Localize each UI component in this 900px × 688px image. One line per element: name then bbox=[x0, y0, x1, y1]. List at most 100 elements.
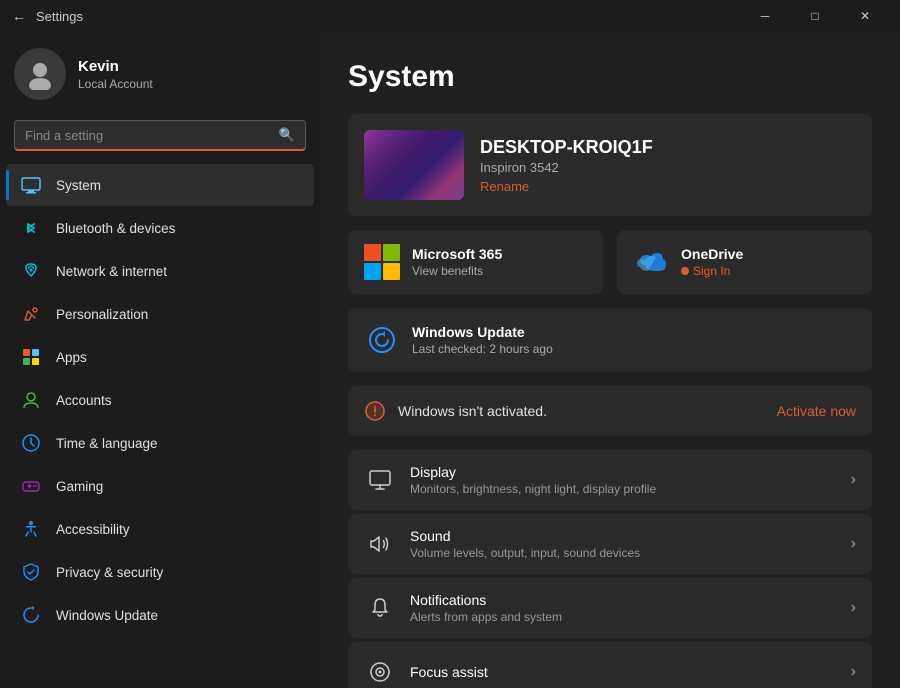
sidebar-item-time[interactable]: Time & language bbox=[6, 422, 314, 464]
device-image bbox=[364, 130, 464, 200]
time-icon bbox=[20, 432, 42, 454]
display-icon bbox=[364, 464, 396, 496]
focus-assist-text: Focus assist bbox=[410, 664, 837, 680]
focus-assist-chevron-icon: › bbox=[851, 663, 856, 681]
sidebar-item-label-accessibility: Accessibility bbox=[56, 522, 130, 537]
onedrive-dot bbox=[681, 267, 689, 275]
notifications-chevron-icon: › bbox=[851, 599, 856, 617]
sound-chevron-icon: › bbox=[851, 535, 856, 553]
ms365-text: Microsoft 365 View benefits bbox=[412, 246, 502, 278]
sidebar-nav: System Bluetooth & devices bbox=[0, 163, 320, 637]
windows-update-icon bbox=[20, 604, 42, 626]
close-button[interactable]: ✕ bbox=[842, 0, 888, 32]
search-box[interactable]: 🔍 bbox=[14, 120, 306, 151]
content-area: System DESKTOP-KROIQ1F Inspiron 3542 Ren… bbox=[320, 32, 900, 688]
activation-text: Windows isn't activated. bbox=[398, 403, 765, 419]
device-model: Inspiron 3542 bbox=[480, 160, 653, 175]
privacy-icon bbox=[20, 561, 42, 583]
sound-text: Sound Volume levels, output, input, soun… bbox=[410, 528, 837, 560]
sound-title: Sound bbox=[410, 528, 837, 544]
onedrive-text: OneDrive Sign In bbox=[681, 246, 743, 278]
sidebar-item-bluetooth[interactable]: Bluetooth & devices bbox=[6, 207, 314, 249]
sidebar-item-label-windows-update: Windows Update bbox=[56, 608, 158, 623]
titlebar-title: Settings bbox=[36, 9, 742, 24]
activation-card: Windows isn't activated. Activate now bbox=[348, 386, 872, 436]
focus-assist-title: Focus assist bbox=[410, 664, 837, 680]
onedrive-title: OneDrive bbox=[681, 246, 743, 262]
notifications-text: Notifications Alerts from apps and syste… bbox=[410, 592, 837, 624]
search-container: 🔍 bbox=[0, 116, 320, 163]
quick-cards-row: Microsoft 365 View benefits OneDrive Sig… bbox=[348, 230, 872, 294]
sidebar-item-apps[interactable]: Apps bbox=[6, 336, 314, 378]
ms365-title: Microsoft 365 bbox=[412, 246, 502, 262]
avatar bbox=[14, 48, 66, 100]
sidebar-item-label-accounts: Accounts bbox=[56, 393, 112, 408]
user-profile[interactable]: Kevin Local Account bbox=[0, 32, 320, 116]
display-setting-row[interactable]: Display Monitors, brightness, night ligh… bbox=[348, 450, 872, 510]
user-name: Kevin bbox=[78, 58, 153, 75]
sidebar-item-network[interactable]: Network & internet bbox=[6, 250, 314, 292]
windows-update-card[interactable]: Windows Update Last checked: 2 hours ago bbox=[348, 308, 872, 372]
back-button[interactable]: ← bbox=[12, 8, 26, 24]
user-info: Kevin Local Account bbox=[78, 58, 153, 91]
apps-icon bbox=[20, 346, 42, 368]
update-text: Windows Update Last checked: 2 hours ago bbox=[412, 324, 553, 356]
bluetooth-icon bbox=[20, 217, 42, 239]
device-name: DESKTOP-KROIQ1F bbox=[480, 137, 653, 158]
main-layout: Kevin Local Account 🔍 Syst bbox=[0, 32, 900, 688]
notifications-subtitle: Alerts from apps and system bbox=[410, 610, 837, 624]
sound-subtitle: Volume levels, output, input, sound devi… bbox=[410, 546, 837, 560]
device-card[interactable]: DESKTOP-KROIQ1F Inspiron 3542 Rename bbox=[348, 114, 872, 216]
focus-assist-setting-row[interactable]: Focus assist › bbox=[348, 642, 872, 688]
sidebar-item-label-network: Network & internet bbox=[56, 264, 167, 279]
sidebar-item-label-system: System bbox=[56, 178, 101, 193]
focus-assist-icon bbox=[364, 656, 396, 688]
sidebar-item-personalization[interactable]: Personalization bbox=[6, 293, 314, 335]
sidebar-item-accessibility[interactable]: Accessibility bbox=[6, 508, 314, 550]
personalization-icon bbox=[20, 303, 42, 325]
sidebar-item-label-time: Time & language bbox=[56, 436, 158, 451]
search-icon: 🔍 bbox=[279, 127, 295, 143]
sound-setting-row[interactable]: Sound Volume levels, output, input, soun… bbox=[348, 514, 872, 574]
settings-list: Display Monitors, brightness, night ligh… bbox=[348, 450, 872, 688]
accounts-icon bbox=[20, 389, 42, 411]
sound-icon bbox=[364, 528, 396, 560]
display-chevron-icon: › bbox=[851, 471, 856, 489]
sidebar-item-accounts[interactable]: Accounts bbox=[6, 379, 314, 421]
sidebar: Kevin Local Account 🔍 Syst bbox=[0, 32, 320, 688]
accessibility-icon bbox=[20, 518, 42, 540]
search-input[interactable] bbox=[25, 128, 271, 143]
sidebar-item-label-personalization: Personalization bbox=[56, 307, 148, 322]
system-icon bbox=[20, 174, 42, 196]
sidebar-item-label-apps: Apps bbox=[56, 350, 87, 365]
onedrive-subtitle: Sign In bbox=[681, 264, 743, 278]
sidebar-item-windows-update[interactable]: Windows Update bbox=[6, 594, 314, 636]
sidebar-item-label-privacy: Privacy & security bbox=[56, 565, 163, 580]
device-info: DESKTOP-KROIQ1F Inspiron 3542 Rename bbox=[480, 137, 653, 194]
sidebar-item-system[interactable]: System bbox=[6, 164, 314, 206]
sidebar-item-privacy[interactable]: Privacy & security bbox=[6, 551, 314, 593]
user-account-type: Local Account bbox=[78, 77, 153, 91]
ms365-subtitle: View benefits bbox=[412, 264, 502, 278]
sidebar-item-label-bluetooth: Bluetooth & devices bbox=[56, 221, 175, 236]
activation-link[interactable]: Activate now bbox=[777, 403, 856, 419]
titlebar: ← Settings ─ □ ✕ bbox=[0, 0, 900, 32]
device-rename-link[interactable]: Rename bbox=[480, 179, 653, 194]
activation-warning-icon bbox=[364, 400, 386, 422]
ms365-icon bbox=[364, 244, 400, 280]
minimize-button[interactable]: ─ bbox=[742, 0, 788, 32]
window-controls: ─ □ ✕ bbox=[742, 0, 888, 32]
update-icon bbox=[364, 322, 400, 358]
onedrive-icon bbox=[633, 244, 669, 280]
notifications-setting-row[interactable]: Notifications Alerts from apps and syste… bbox=[348, 578, 872, 638]
display-text: Display Monitors, brightness, night ligh… bbox=[410, 464, 837, 496]
onedrive-card[interactable]: OneDrive Sign In bbox=[617, 230, 872, 294]
page-title: System bbox=[348, 60, 872, 94]
sidebar-item-gaming[interactable]: Gaming bbox=[6, 465, 314, 507]
notifications-icon bbox=[364, 592, 396, 624]
maximize-button[interactable]: □ bbox=[792, 0, 838, 32]
network-icon bbox=[20, 260, 42, 282]
display-title: Display bbox=[410, 464, 837, 480]
display-subtitle: Monitors, brightness, night light, displ… bbox=[410, 482, 837, 496]
ms365-card[interactable]: Microsoft 365 View benefits bbox=[348, 230, 603, 294]
